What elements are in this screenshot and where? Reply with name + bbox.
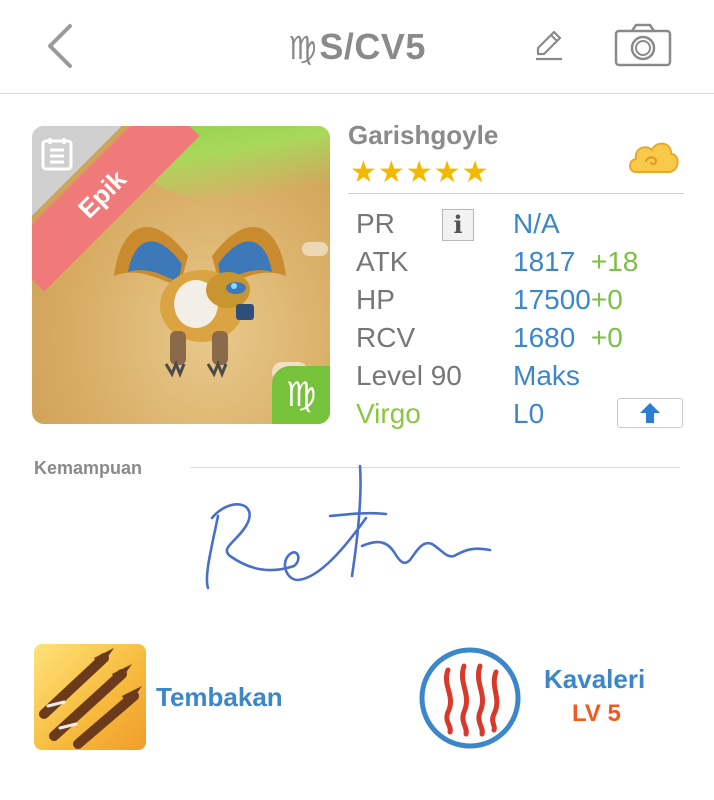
class-name: Kavaleri [544,664,646,694]
arrow-up-icon [640,403,660,423]
cloud-element-icon[interactable] [626,136,680,180]
rcv-number: 1680 [513,322,576,353]
star-rating: ★★★★★ [350,156,490,189]
hp-value: 17500+0 [513,284,623,316]
zodiac-level-value: L0 [513,398,545,429]
arrow-volley-icon [39,648,142,749]
rcv-label: RCV [356,322,416,353]
handwritten-signature [205,464,492,590]
class-level: LV 5 [572,700,621,727]
info-divider [348,193,684,194]
hp-bonus: +0 [590,284,623,315]
camera-icon[interactable] [614,22,672,68]
pr-value: N/A [513,208,560,239]
monster-card-image[interactable]: Epik ♍ [32,126,330,424]
ability-section-label: Kemampuan [34,458,143,478]
atk-value: 1817 +18 [513,246,638,278]
zodiac-badge: ♍ [272,366,330,424]
bone-decoration [302,242,328,256]
level-value: Maks [513,360,580,391]
monster-name: Garishgoyle [348,120,499,150]
cavalry-class-icon[interactable] [418,646,522,750]
title-zodiac-symbol: ♍ [288,29,318,67]
zodiac-label: Virgo [356,398,421,429]
atk-bonus: +18 [590,246,639,277]
monster-artwork [114,227,286,379]
upgrade-button[interactable] [617,398,683,428]
skill-icon[interactable] [34,644,146,750]
hp-number: 17500 [513,284,591,315]
rcv-bonus: +0 [590,322,623,353]
page-title: ♍S/CV5 [0,26,714,68]
pencil-icon[interactable] [532,28,566,62]
title-text: S/CV5 [319,26,426,67]
notes-icon[interactable] [40,136,74,172]
header-bar: ♍S/CV5 [0,0,714,94]
rcv-value: 1680 +0 [513,322,623,354]
hp-label: HP [356,284,395,315]
level-label: Level 90 [356,360,462,391]
skill-name: Tembakan [156,682,283,712]
atk-label: ATK [356,246,409,277]
pr-label: PR [356,208,395,239]
info-icon[interactable]: i [442,209,474,241]
atk-number: 1817 [513,246,576,277]
